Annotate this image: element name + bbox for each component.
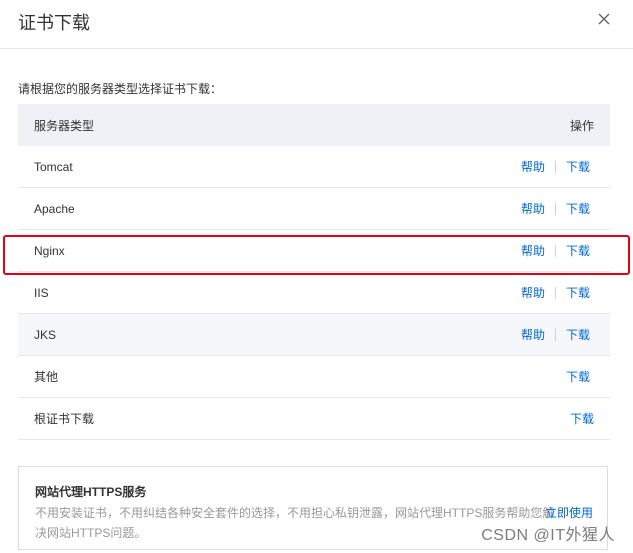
help-link[interactable]: 帮助	[521, 158, 545, 175]
download-link[interactable]: 下载	[566, 326, 590, 343]
download-link[interactable]: 下载	[570, 410, 594, 427]
server-name: 根证书下载	[34, 412, 95, 426]
server-name: IIS	[34, 285, 49, 300]
table-header: 服务器类型 操作	[18, 104, 610, 146]
download-link[interactable]: 下载	[566, 368, 590, 385]
download-link[interactable]: 下载	[566, 200, 590, 217]
server-name: JKS	[34, 327, 57, 342]
separator	[554, 160, 556, 173]
use-now-link[interactable]: 立即使用	[545, 503, 593, 523]
server-name: Tomcat	[34, 159, 73, 174]
promo-title: 网站代理HTTPS服务	[35, 485, 147, 499]
help-link[interactable]: 帮助	[521, 200, 545, 217]
selection-hint: 请根据您的服务器类型选择证书下载：	[18, 82, 223, 96]
certificate-download-dialog: 证书下载 请根据您的服务器类型选择证书下载： 服务器类型 操作 Tomcat 帮…	[0, 0, 633, 553]
server-name: Nginx	[34, 243, 65, 258]
dialog-header: 证书下载	[0, 0, 633, 49]
promo-description: 不用安装证书，不用纠结各种安全套件的选择，不用担心私钥泄露，网站代理HTTPS服…	[35, 506, 555, 540]
close-icon[interactable]	[597, 12, 611, 26]
help-link[interactable]: 帮助	[521, 242, 545, 259]
column-header-server-type: 服务器类型	[34, 118, 95, 133]
table-row-jks: JKS 帮助 下载	[18, 314, 610, 356]
csdn-watermark: CSDN @IT外猩人	[481, 527, 615, 544]
table-row-iis: IIS 帮助 下载	[18, 272, 610, 314]
server-name: 其他	[34, 370, 59, 384]
server-name: Apache	[34, 201, 75, 216]
separator	[554, 244, 556, 257]
server-type-table: 服务器类型 操作 Tomcat 帮助 下载 Apache 帮助 下载 Nginx…	[18, 104, 610, 440]
help-link[interactable]: 帮助	[521, 284, 545, 301]
separator	[554, 202, 556, 215]
download-link[interactable]: 下载	[566, 284, 590, 301]
dialog-title: 证书下载	[18, 13, 90, 33]
download-link[interactable]: 下载	[566, 158, 590, 175]
table-row-apache: Apache 帮助 下载	[18, 188, 610, 230]
table-row-tomcat: Tomcat 帮助 下载	[18, 146, 610, 188]
separator	[554, 328, 556, 341]
table-row-other: 其他 下载	[18, 356, 610, 398]
download-link[interactable]: 下载	[566, 242, 590, 259]
separator	[554, 286, 556, 299]
column-header-action: 操作	[569, 118, 594, 133]
help-link[interactable]: 帮助	[521, 326, 545, 343]
table-row-root-cert: 根证书下载 下载	[18, 398, 610, 440]
table-row-nginx: Nginx 帮助 下载	[18, 230, 610, 272]
